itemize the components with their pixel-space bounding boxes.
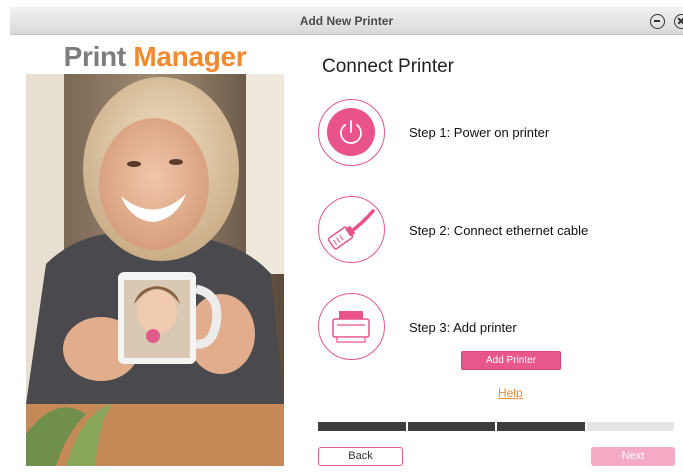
step-3-badge xyxy=(318,293,385,360)
window-title: Add New Printer xyxy=(299,14,394,28)
title-bar[interactable]: Add New Printer xyxy=(10,7,683,35)
add-printer-button[interactable]: Add Printer xyxy=(461,351,561,370)
page-title: Connect Printer xyxy=(322,56,455,77)
printer-icon xyxy=(332,311,370,343)
next-button[interactable]: Next xyxy=(591,447,675,466)
step-2-label: Step 2: Connect ethernet cable xyxy=(409,223,589,238)
step-1-label: Step 1: Power on printer xyxy=(409,125,550,140)
ethernet-cable-icon xyxy=(327,209,375,250)
progress-segment xyxy=(318,422,406,431)
app-logo: Print Manager xyxy=(26,41,284,73)
step-1-badge xyxy=(318,99,385,166)
progress-segment xyxy=(586,422,674,431)
hero-photo xyxy=(26,74,284,466)
back-button[interactable]: Back xyxy=(318,447,403,466)
step-2-badge xyxy=(318,196,385,263)
close-icon[interactable] xyxy=(674,14,683,29)
logo-word-manager: Manager xyxy=(133,41,247,72)
progress-segment xyxy=(407,422,495,431)
step-3-label: Step 3: Add printer xyxy=(409,320,517,335)
logo-word-print: Print xyxy=(63,41,127,72)
progress-segment xyxy=(497,422,585,431)
power-icon xyxy=(327,108,375,156)
help-link[interactable]: Help xyxy=(498,386,523,400)
add-printer-window: Add New Printer Print Manager Connect Pr… xyxy=(0,0,683,472)
minimize-icon[interactable] xyxy=(650,14,665,29)
progress-bar xyxy=(318,422,674,431)
